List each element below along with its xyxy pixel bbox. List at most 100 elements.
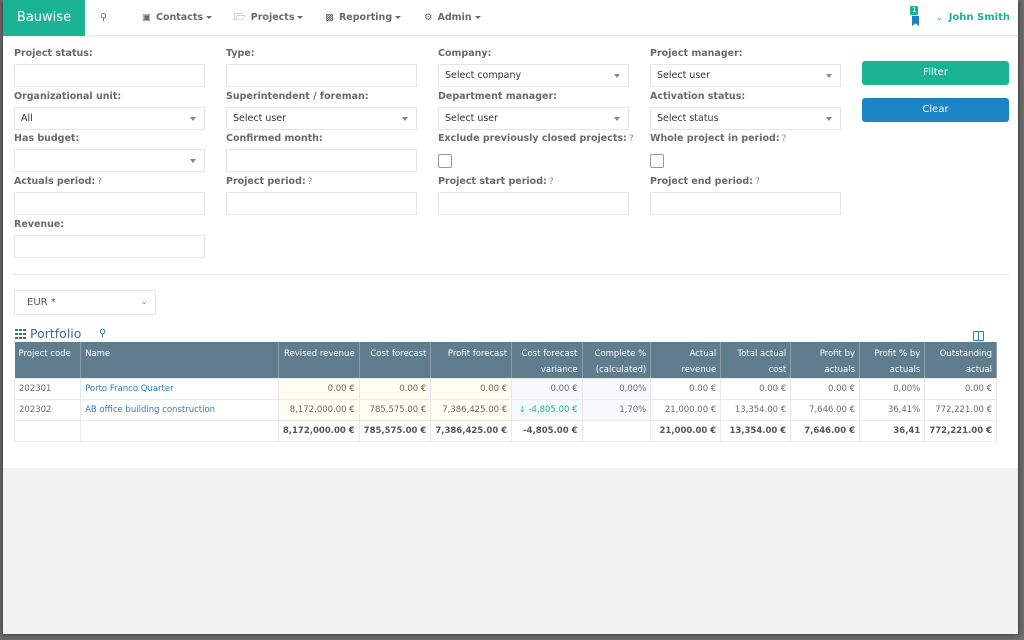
- dropdown-arrow-icon: [826, 117, 832, 121]
- project-name-link[interactable]: AB office building construction: [80, 399, 279, 421]
- user-menu[interactable]: ⌄ John Smith: [936, 0, 1010, 36]
- col-project-code[interactable]: Project code: [14, 342, 82, 379]
- revenue-input[interactable]: [14, 235, 205, 258]
- currency-select[interactable]: EUR * ⌄: [14, 290, 156, 315]
- project-end-period-input[interactable]: [650, 192, 841, 215]
- organizational-unit-label: Organizational unit:: [14, 91, 122, 102]
- cell-profit-pct-by-actuals: 0,00%: [859, 378, 926, 400]
- nav-search-button[interactable]: ⚲: [100, 0, 112, 36]
- total-profit-pct-by-actuals: 36,41: [859, 420, 926, 442]
- totals-row: 8,172,000.00 € 785,575.00 € 7,386,425.00…: [14, 420, 997, 442]
- cell-cost-forecast: 0.00 €: [358, 378, 432, 400]
- activation-status-select[interactable]: Select status: [650, 107, 841, 130]
- cell-profit-by-actuals: 7,646.00 €: [790, 399, 861, 421]
- help-icon[interactable]: ?: [308, 177, 313, 187]
- superintendent-select[interactable]: Select user: [226, 107, 417, 130]
- brand-logo[interactable]: Bauwise: [3, 0, 85, 36]
- has-budget-label: Has budget:: [14, 133, 80, 144]
- has-budget-select[interactable]: [14, 149, 205, 172]
- confirmed-month-label: Confirmed month:: [226, 133, 323, 144]
- chevron-down-icon: ⌄: [936, 13, 943, 22]
- project-period-input[interactable]: [226, 192, 417, 215]
- revenue-field: Revenue:: [14, 219, 64, 230]
- table-row[interactable]: 202301 Porto Franco Quarter 0.00 € 0.00 …: [14, 378, 997, 400]
- col-profit-by-actuals[interactable]: Profit by actuals: [790, 342, 861, 379]
- nav-contacts-label: Contacts: [155, 12, 204, 23]
- nav-reporting-label: Reporting: [338, 12, 393, 23]
- total-cost-forecast: 785,575.00 €: [358, 420, 432, 442]
- col-cost-forecast[interactable]: Cost forecast: [359, 342, 432, 379]
- project-period-label: Project period:: [226, 176, 306, 187]
- chevron-down-icon: ⌄: [140, 297, 148, 307]
- portfolio-search-button[interactable]: ⚲: [99, 328, 106, 339]
- filter-button[interactable]: Filter: [862, 61, 1009, 85]
- cell-total-actual-cost: 13,354.00 €: [720, 399, 792, 421]
- nav-contacts[interactable]: ▣ Contacts: [142, 0, 213, 36]
- confirmed-month-field: Confirmed month:: [226, 133, 323, 144]
- col-revised-revenue[interactable]: Revised revenue: [278, 342, 360, 379]
- project-status-input[interactable]: [14, 64, 205, 87]
- help-icon[interactable]: ?: [755, 177, 760, 187]
- company-select[interactable]: Select company: [438, 64, 629, 87]
- type-field: Type:: [226, 48, 255, 59]
- type-input[interactable]: [226, 64, 417, 87]
- dropdown-arrow-icon: [614, 117, 620, 121]
- total-profit-by-actuals: 7,646.00 €: [790, 420, 861, 442]
- confirmed-month-input[interactable]: [226, 149, 417, 172]
- project-manager-placeholder: Select user: [657, 70, 711, 81]
- cell-complete-pct: 0,00%: [581, 378, 652, 400]
- project-name-link[interactable]: Porto Franco Quarter: [80, 378, 279, 400]
- nav-admin[interactable]: ⚙ Admin: [424, 0, 481, 36]
- project-manager-select[interactable]: Select user: [650, 64, 841, 87]
- contact-card-icon: ▣: [142, 12, 151, 23]
- dropdown-arrow-icon: [402, 117, 408, 121]
- exclude-closed-checkbox[interactable]: [438, 154, 452, 168]
- col-complete-pct[interactable]: Complete % (calculated): [582, 342, 652, 379]
- project-status-label: Project status:: [14, 48, 93, 59]
- total-total-actual-cost: 13,354.00 €: [720, 420, 792, 442]
- dropdown-arrow-icon: [190, 117, 196, 121]
- help-icon[interactable]: ?: [782, 134, 787, 144]
- nav-reporting[interactable]: ▩ Reporting: [325, 0, 402, 36]
- col-profit-pct-by-actuals[interactable]: Profit % by actuals: [859, 342, 926, 379]
- department-manager-select[interactable]: Select user: [438, 107, 629, 130]
- help-icon[interactable]: ?: [629, 134, 634, 144]
- nav-projects[interactable]: 🗁 Projects: [234, 0, 304, 36]
- total-profit-forecast: 7,386,425.00 €: [430, 420, 513, 442]
- ribbon-icon: [912, 16, 919, 26]
- col-outstanding-actual[interactable]: Outstanding actual: [924, 342, 997, 379]
- department-manager-field: Department manager:: [438, 91, 557, 102]
- col-name[interactable]: Name: [80, 342, 279, 379]
- col-total-actual-cost[interactable]: Total actual cost: [720, 342, 792, 379]
- total-revised-revenue: 8,172,000.00 €: [277, 420, 360, 442]
- project-status-field: Project status:: [14, 48, 93, 59]
- help-icon[interactable]: ?: [97, 177, 102, 187]
- table-row[interactable]: 202302 AB office building construction 8…: [14, 399, 997, 421]
- col-profit-forecast[interactable]: Profit forecast: [430, 342, 513, 379]
- actuals-period-input[interactable]: [14, 192, 205, 215]
- col-cost-forecast-variance[interactable]: Cost forecast variance: [511, 342, 583, 379]
- help-icon[interactable]: ?: [549, 177, 554, 187]
- column-chooser-icon[interactable]: [973, 331, 984, 341]
- cell-cost-forecast-variance: 0.00 €: [511, 378, 583, 400]
- project-start-period-input[interactable]: [438, 192, 629, 215]
- whole-project-checkbox[interactable]: [650, 154, 664, 168]
- notifications-button[interactable]: 1: [906, 6, 922, 28]
- col-actual-revenue[interactable]: Actual revenue: [650, 342, 722, 379]
- portfolio-title: Portfolio: [15, 326, 81, 341]
- company-select-placeholder: Select company: [445, 70, 522, 81]
- dropdown-arrow-icon: [826, 74, 832, 78]
- revenue-label: Revenue:: [14, 219, 65, 230]
- search-icon: ⚲: [100, 12, 107, 23]
- department-manager-placeholder: Select user: [445, 113, 499, 124]
- project-end-period-field: Project end period:?: [650, 176, 760, 187]
- grid-icon: [15, 329, 27, 339]
- project-period-field: Project period:?: [226, 176, 312, 187]
- portfolio-table: Project code Name Revised revenue Cost f…: [14, 342, 997, 442]
- clear-button[interactable]: Clear: [862, 98, 1009, 122]
- has-budget-field: Has budget:: [14, 133, 79, 144]
- activation-status-label: Activation status:: [650, 91, 746, 102]
- nav-projects-label: Projects: [250, 12, 295, 23]
- organizational-unit-select[interactable]: All: [14, 107, 205, 130]
- gear-icon: ⚙: [424, 12, 433, 23]
